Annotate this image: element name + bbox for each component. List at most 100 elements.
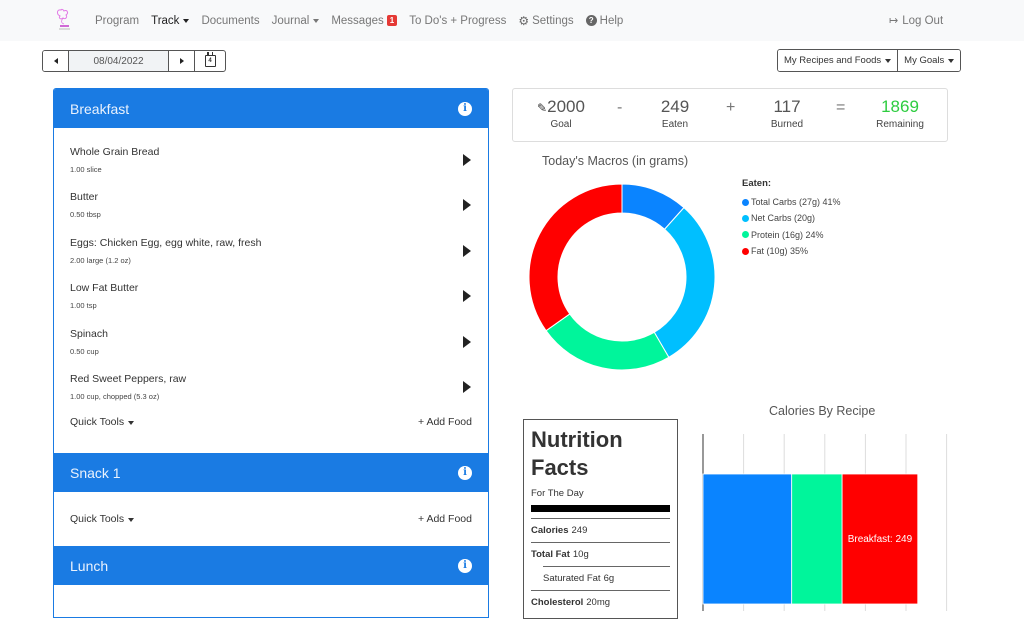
nav-to-do-s-progress[interactable]: To Do's + Progress xyxy=(409,15,506,27)
macros-donut-chart xyxy=(528,183,716,371)
legend-label: Protein (16g) 24% xyxy=(751,229,824,240)
nutrition-row: Total Fat 10g xyxy=(531,542,670,566)
nav-documents[interactable]: Documents xyxy=(201,15,259,27)
info-icon[interactable]: i xyxy=(458,558,472,573)
nutrition-row: Cholesterol 20mg xyxy=(531,590,670,614)
nav-track[interactable]: Track xyxy=(151,15,190,27)
date-field[interactable]: 08/04/2022 xyxy=(69,51,169,71)
my-recipes-label: My Recipes and Foods xyxy=(784,55,882,66)
top-navbar: Program Track Documents Journal Messages 1 To … xyxy=(0,0,1024,41)
food-item[interactable]: Spinach 0.50 cup xyxy=(70,318,472,364)
bar-segment-segment-2[interactable] xyxy=(791,473,843,605)
add-food-button[interactable]: + Add Food xyxy=(418,416,472,428)
legend-item[interactable]: Net Carbs (20g) xyxy=(742,210,841,226)
meal-section: Snack 1 i Quick Tools + Add Food xyxy=(54,453,488,546)
expand-arrow-icon[interactable] xyxy=(463,335,471,348)
caret-down-icon xyxy=(183,18,190,23)
minus-sign: - xyxy=(617,99,623,116)
nav-label: Documents xyxy=(201,14,260,27)
nav-label: Help xyxy=(599,14,624,27)
expand-arrow-icon[interactable] xyxy=(463,153,471,166)
donut-slice-fat[interactable] xyxy=(528,183,623,332)
legend-label: Fat (10g) 35% xyxy=(751,246,809,257)
next-day-button[interactable] xyxy=(169,51,195,71)
equals-sign: = xyxy=(836,99,846,116)
logout-link[interactable]: ↦ Log Out xyxy=(889,0,943,41)
food-name: Whole Grain Bread xyxy=(70,145,160,158)
nav-messages[interactable]: Messages 1 xyxy=(331,14,398,27)
food-name: Low Fat Butter xyxy=(70,282,139,295)
nav-label: Journal xyxy=(271,14,310,27)
add-food-button[interactable]: + Add Food xyxy=(418,513,472,525)
nutrient-label: Calories xyxy=(531,525,569,536)
meal-header[interactable]: Lunch i xyxy=(54,546,488,585)
food-text: Butter 0.50 tbsp xyxy=(70,191,101,219)
legend-swatch xyxy=(742,247,749,255)
food-item[interactable]: Whole Grain Bread 1.00 slice xyxy=(70,136,472,182)
nutrition-facts-title-line2: Facts xyxy=(531,455,589,480)
food-item[interactable]: Butter 0.50 tbsp xyxy=(70,182,472,228)
nav-journal[interactable]: Journal xyxy=(272,15,320,27)
food-text: Spinach 0.50 cup xyxy=(70,328,108,356)
quick-tools-dropdown[interactable]: Quick Tools xyxy=(70,513,135,525)
gear-icon: ⚙ xyxy=(518,13,530,28)
expand-arrow-icon[interactable] xyxy=(463,381,471,394)
nav-label: Messages xyxy=(331,14,384,27)
caret-down-icon xyxy=(128,518,135,522)
nutrient-label: Saturated Fat xyxy=(543,573,601,584)
main-nav: Program Track Documents Journal Messages 1 To … xyxy=(95,0,635,41)
nav-help[interactable]: ? Help xyxy=(585,14,624,27)
nav-program[interactable]: Program xyxy=(95,15,139,27)
meal-title: Lunch xyxy=(70,557,109,574)
food-name: Eggs: Chicken Egg, egg white, raw, fresh xyxy=(70,236,262,249)
meals-panel: Breakfast i Whole Grain Bread 1.00 slice But… xyxy=(53,88,489,618)
nav-settings[interactable]: ⚙ Settings xyxy=(518,14,573,28)
food-quantity: 1.00 cup, chopped (5.3 oz) xyxy=(70,392,160,402)
burned-label: Burned xyxy=(770,119,804,130)
caret-down-icon xyxy=(313,18,320,23)
legend-item[interactable]: Protein (16g) 24% xyxy=(742,227,841,243)
meal-header[interactable]: Snack 1 i xyxy=(54,453,488,492)
info-icon[interactable]: i xyxy=(458,465,472,480)
meal-header[interactable]: Breakfast i xyxy=(54,89,488,128)
macros-legend: Eaten: Total Carbs (27g) 41% Net Carbs (2… xyxy=(742,178,841,259)
legend-swatch xyxy=(742,214,749,222)
legend-label: Net Carbs (20g) xyxy=(751,213,816,224)
food-quantity: 1.00 slice xyxy=(70,164,102,174)
expand-arrow-icon[interactable] xyxy=(463,199,471,212)
expand-arrow-icon[interactable] xyxy=(463,244,471,257)
legend-item[interactable]: Total Carbs (27g) 41% xyxy=(742,194,841,210)
goal-cell[interactable]: ✎2000 Goal xyxy=(531,97,591,130)
nav-label: Program xyxy=(95,14,140,27)
info-icon[interactable]: i xyxy=(458,101,472,116)
nutrient-value: 249 xyxy=(571,525,588,536)
expand-arrow-icon[interactable] xyxy=(463,290,471,303)
meal-title: Snack 1 xyxy=(70,464,121,481)
quick-tools-label: Quick Tools xyxy=(70,513,125,525)
legend-item[interactable]: Fat (10g) 35% xyxy=(742,243,841,259)
legend-swatch xyxy=(742,231,749,239)
food-item[interactable]: Low Fat Butter 1.00 tsp xyxy=(70,273,472,319)
meal-tools-row: Quick Tools + Add Food xyxy=(70,506,472,532)
goal-label: Goal xyxy=(550,119,572,130)
my-goals-dropdown[interactable]: My Goals xyxy=(897,50,961,71)
previous-day-button[interactable] xyxy=(43,51,69,71)
unread-count-badge: 1 xyxy=(386,15,398,26)
caret-down-icon xyxy=(128,421,135,425)
food-quantity: 0.50 cup xyxy=(70,346,99,356)
logo-icon[interactable] xyxy=(55,7,75,33)
pencil-icon[interactable]: ✎ xyxy=(537,101,547,115)
donut-slice-protein[interactable] xyxy=(545,313,670,371)
nutrition-row: Saturated Fat 6g xyxy=(543,566,670,590)
nutrient-value: 6g xyxy=(603,573,615,584)
donut-slice-net-carbs[interactable] xyxy=(653,206,716,359)
food-item[interactable]: Red Sweet Peppers, raw 1.00 cup, chopped … xyxy=(70,364,472,410)
food-text: Eggs: Chicken Egg, egg white, raw, fresh… xyxy=(70,237,261,265)
food-name: Spinach xyxy=(70,327,108,340)
my-recipes-and-foods-dropdown[interactable]: My Recipes and Foods xyxy=(778,50,898,71)
remaining-value: 1869 xyxy=(881,97,919,116)
calendar-button[interactable]: 4 xyxy=(195,51,225,71)
food-item[interactable]: Eggs: Chicken Egg, egg white, raw, fresh… xyxy=(70,227,472,273)
bar-segment-segment-1[interactable] xyxy=(702,473,793,605)
quick-tools-dropdown[interactable]: Quick Tools xyxy=(70,416,135,428)
